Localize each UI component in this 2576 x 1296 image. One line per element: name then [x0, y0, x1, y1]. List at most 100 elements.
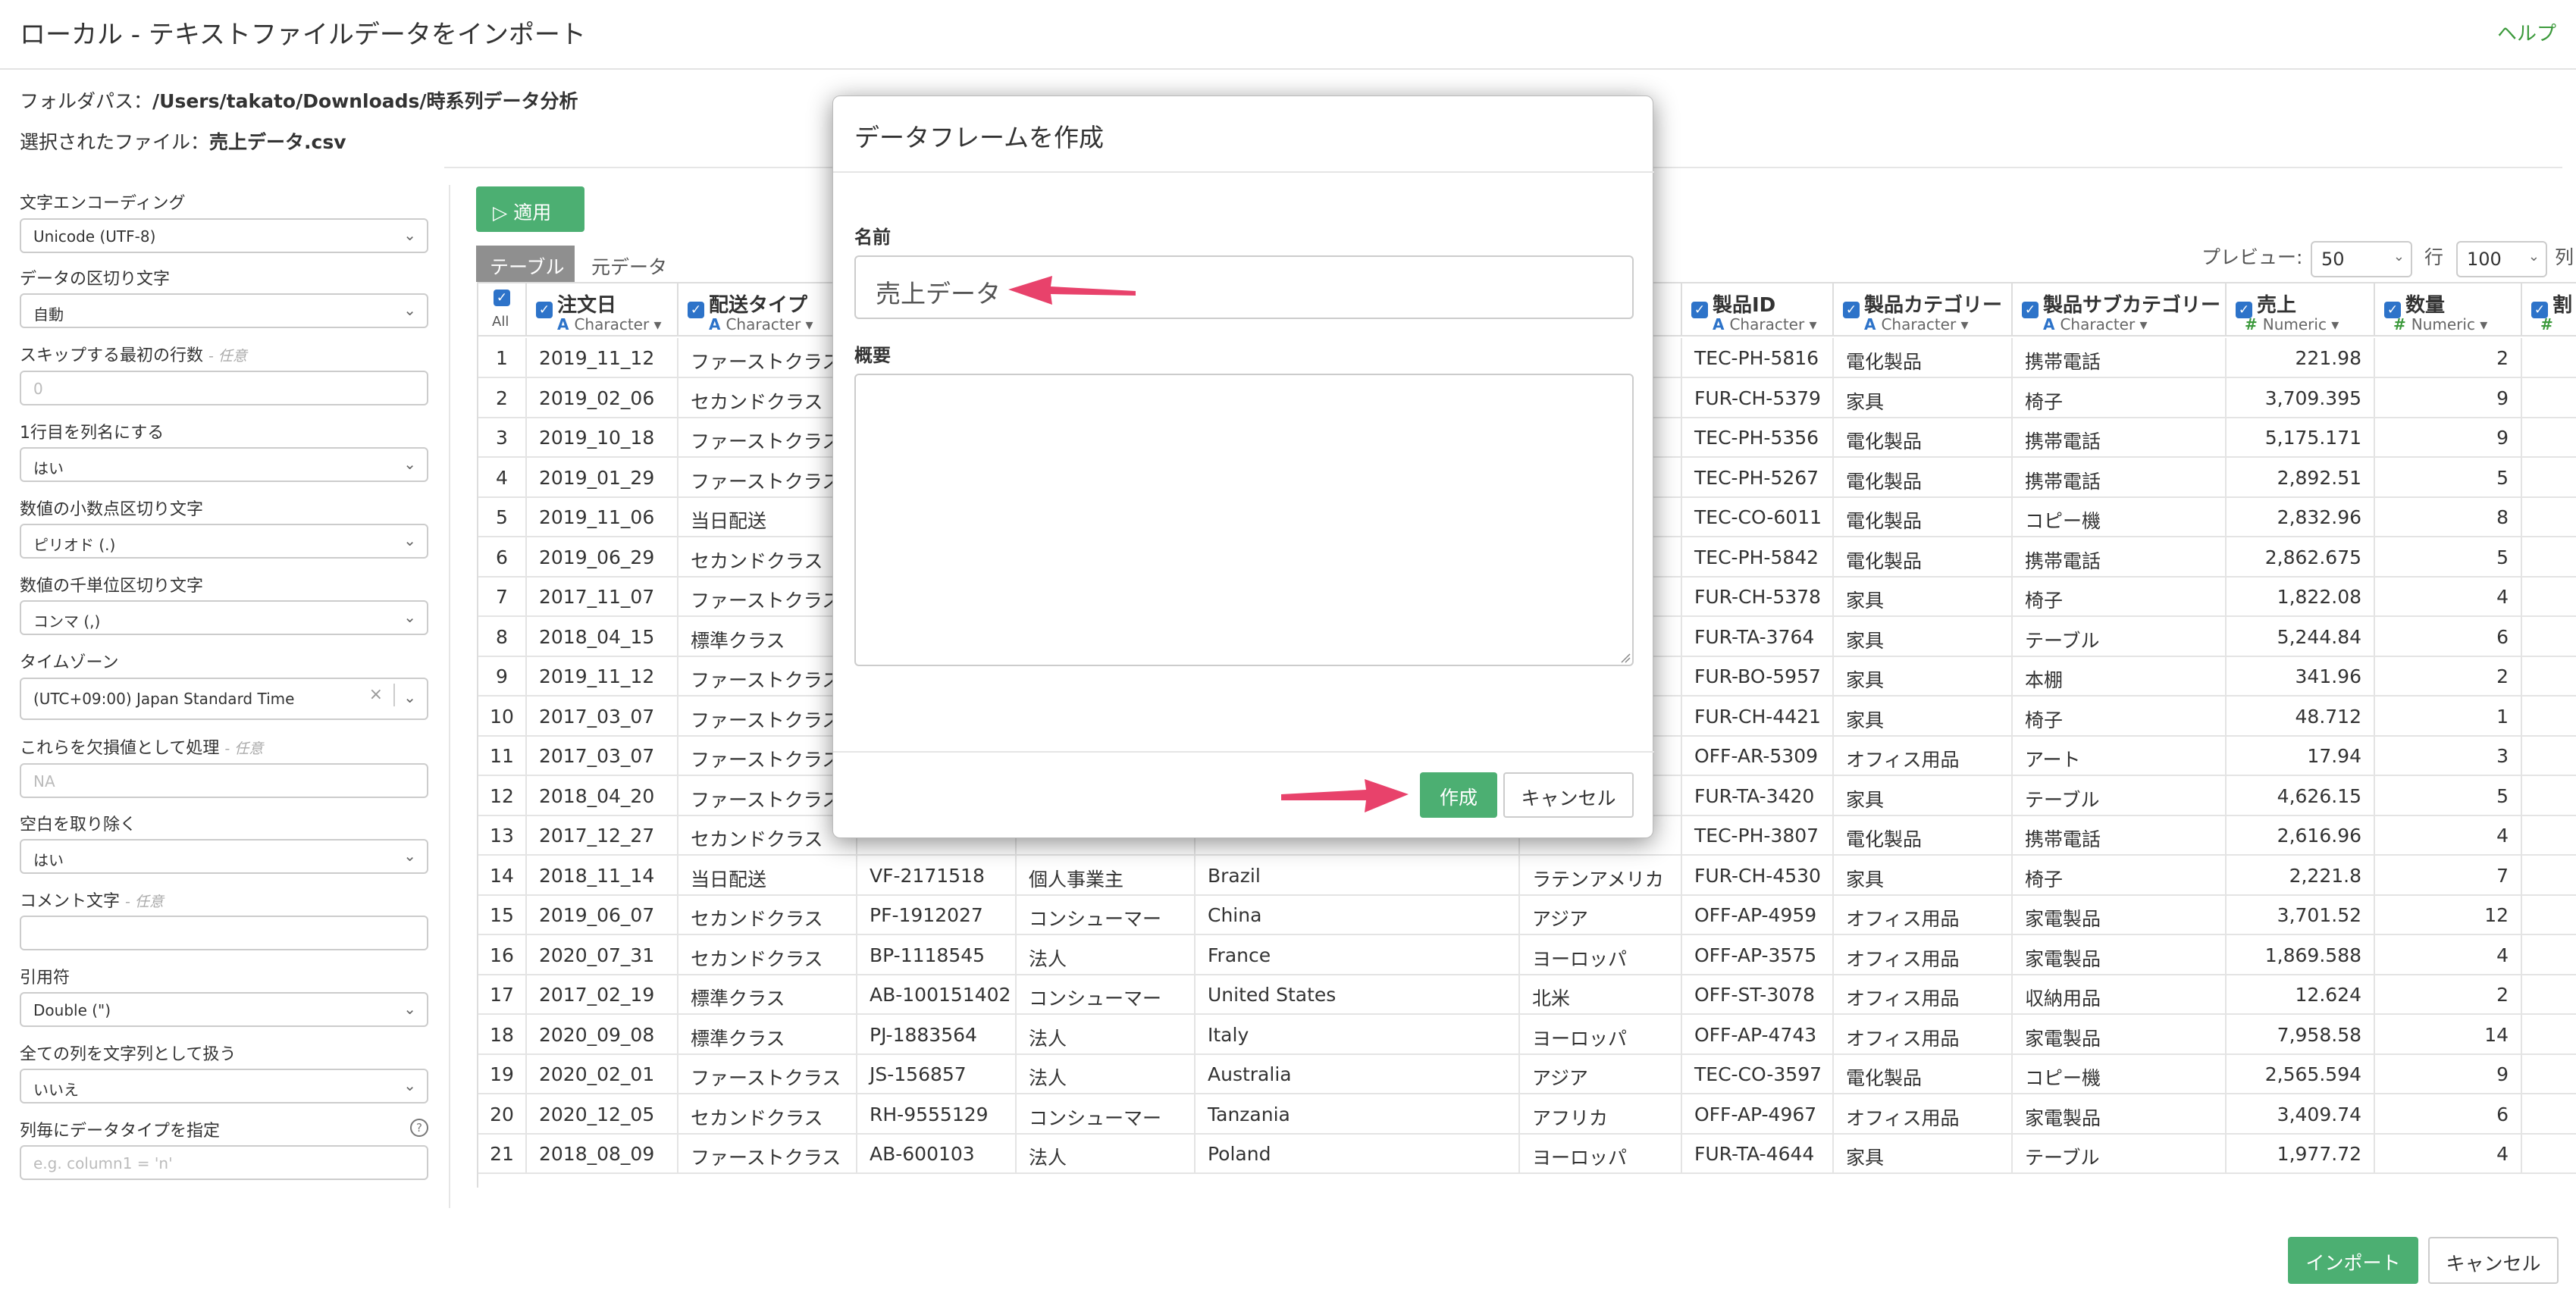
encoding-select[interactable]: Unicode (UTF-8) ⌄ — [20, 218, 428, 253]
header-row-select[interactable]: はい ⌄ — [20, 447, 428, 482]
table-cell: ファーストクラス — [678, 656, 857, 696]
table-cell: 6 — [2375, 616, 2522, 656]
annotation-arrow-icon — [1008, 276, 1136, 305]
tab-raw-data[interactable]: 元データ — [591, 252, 667, 280]
vertical-divider — [449, 185, 450, 1208]
table-cell: 1,869.588 — [2227, 934, 2375, 975]
chevron-down-icon: ⌄ — [2393, 249, 2405, 265]
chevron-down-icon: ⌄ — [403, 301, 416, 319]
column-type[interactable]: A Character ▾ — [557, 315, 662, 333]
table-row: 18 2020_09_08 標準クラス PJ-1883564 法人 Italy ヨーロッパ O… — [478, 1014, 2576, 1055]
column-header[interactable]: ✓ 製品サブカテゴリー A Character ▾ — [2013, 283, 2227, 337]
column-header[interactable]: ✓ 配送タイプ A Character ▾ — [678, 283, 857, 337]
table-cell: 携帯電話 — [2013, 815, 2227, 855]
selected-file-label: 選択されたファイル： — [20, 131, 210, 153]
checkbox-icon[interactable]: ✓ — [536, 302, 553, 318]
table-cell: 家具 — [1834, 775, 2013, 815]
table-cell: 2018_08_09 — [527, 1134, 678, 1173]
preview-cols-select[interactable]: 100 ⌄ — [2456, 241, 2547, 277]
column-header[interactable]: ✓ 製品カテゴリー A Character ▾ — [1834, 283, 2013, 337]
timezone-select[interactable]: (UTC+09:00) Japan Standard Time × ⌄ — [20, 678, 428, 720]
clear-icon[interactable]: × — [369, 685, 383, 704]
help-link[interactable]: ヘルプ — [2497, 18, 2556, 46]
column-type[interactable]: # Numeric ▾ — [2393, 315, 2487, 333]
column-name: ✓ 製品ID — [1691, 290, 1775, 318]
table-cell — [2522, 697, 2576, 736]
comment-input[interactable] — [20, 916, 428, 950]
column-header[interactable]: ✓ 数量 # Numeric ▾ — [2375, 283, 2522, 337]
col-types-input[interactable]: e.g. column1 = 'n' — [20, 1145, 428, 1180]
all-char-value: いいえ — [33, 1081, 79, 1099]
table-cell: ヨーロッパ — [1520, 1014, 1682, 1054]
column-type[interactable]: A Character ▾ — [1864, 315, 1969, 333]
table-cell — [2522, 497, 2576, 537]
table-cell: FUR-TA-3420 — [1682, 775, 1834, 815]
table-cell: 標準クラス — [678, 616, 857, 656]
quote-select[interactable]: Double (") ⌄ — [20, 992, 428, 1027]
table-cell — [2522, 856, 2576, 895]
table-cell: 5 — [2375, 537, 2522, 577]
checkbox-icon[interactable]: ✓ — [2022, 302, 2039, 318]
table-cell: オフィス用品 — [1834, 1014, 2013, 1054]
table-cell: 椅子 — [2013, 696, 2227, 736]
row-index: 9 — [478, 656, 527, 696]
trim-select[interactable]: はい ⌄ — [20, 839, 428, 874]
table-cell: Italy — [1196, 1014, 1520, 1054]
resize-handle-icon[interactable] — [1619, 651, 1631, 663]
checkbox-icon[interactable]: ✓ — [494, 290, 510, 306]
table-cell — [2522, 736, 2576, 775]
column-header[interactable]: ✓ 製品ID A Character ▾ — [1682, 283, 1834, 337]
chevron-down-icon: ⌄ — [403, 847, 416, 865]
checkbox-icon[interactable]: ✓ — [688, 302, 704, 318]
folder-path-label: フォルダパス： — [20, 90, 153, 112]
encoding-label: 文字エンコーディング — [20, 194, 186, 213]
row-index: 18 — [478, 1014, 527, 1054]
column-type[interactable]: A Character ▾ — [1713, 315, 1817, 333]
column-type[interactable]: A Character ▾ — [2043, 315, 2148, 333]
table-cell: 2019_01_29 — [527, 457, 678, 497]
import-button[interactable]: インポート — [2288, 1237, 2418, 1284]
table-cell: 2017_11_07 — [527, 577, 678, 616]
help-icon[interactable]: ? — [410, 1119, 428, 1137]
all-char-select[interactable]: いいえ ⌄ — [20, 1069, 428, 1103]
preview-rows-select[interactable]: 50 ⌄ — [2311, 241, 2412, 277]
table-cell: 2 — [2375, 656, 2522, 696]
checkbox-icon[interactable]: ✓ — [1691, 302, 1708, 318]
column-header[interactable]: ✓ 売上 # Numeric ▾ — [2227, 283, 2375, 337]
description-textarea[interactable] — [854, 374, 1634, 666]
delimiter-select[interactable]: 自動 ⌄ — [20, 293, 428, 328]
dialog-cancel-button[interactable]: キャンセル — [1503, 772, 1634, 818]
table-cell: 2020_07_31 — [527, 934, 678, 975]
table-cell: 5 — [2375, 775, 2522, 815]
select-all-header[interactable]: ✓ All — [478, 283, 527, 337]
checkbox-icon[interactable]: ✓ — [1843, 302, 1860, 318]
table-cell: 椅子 — [2013, 855, 2227, 895]
column-header[interactable]: ✓ 割 # — [2522, 283, 2576, 337]
table-cell — [2522, 577, 2576, 616]
skip-input[interactable]: 0 — [20, 371, 428, 405]
column-name: ✓ 製品サブカテゴリー — [2022, 290, 2220, 318]
table-cell: アート — [2013, 736, 2227, 775]
thousands-select[interactable]: コンマ (,) ⌄ — [20, 600, 428, 635]
table-cell — [2522, 458, 2576, 497]
cancel-button[interactable]: キャンセル — [2428, 1237, 2559, 1284]
column-header[interactable]: ✓ 注文日 A Character ▾ — [527, 283, 678, 337]
create-button[interactable]: 作成 — [1420, 772, 1497, 818]
na-input[interactable]: NA — [20, 763, 428, 798]
table-cell: セカンドクラス — [678, 1094, 857, 1134]
row-index: 19 — [478, 1054, 527, 1094]
column-type[interactable]: A Character ▾ — [709, 315, 813, 333]
col-label: 列 — [2555, 246, 2574, 268]
column-type[interactable]: # — [2540, 315, 2553, 333]
table-cell: ファーストクラス — [678, 577, 857, 616]
table-cell: 3 — [2375, 736, 2522, 775]
decimal-select[interactable]: ピリオド (.) ⌄ — [20, 524, 428, 559]
table-cell: 1,977.72 — [2227, 1134, 2375, 1173]
name-input[interactable]: 売上データ — [854, 255, 1634, 319]
table-cell: 2019_06_29 — [527, 537, 678, 577]
tab-table[interactable]: テーブル — [476, 246, 575, 282]
table-cell: テーブル — [2013, 616, 2227, 656]
column-type[interactable]: # Numeric ▾ — [2245, 315, 2339, 333]
row-index: 7 — [478, 577, 527, 616]
apply-button[interactable]: ▷ 適用 — [476, 186, 584, 232]
